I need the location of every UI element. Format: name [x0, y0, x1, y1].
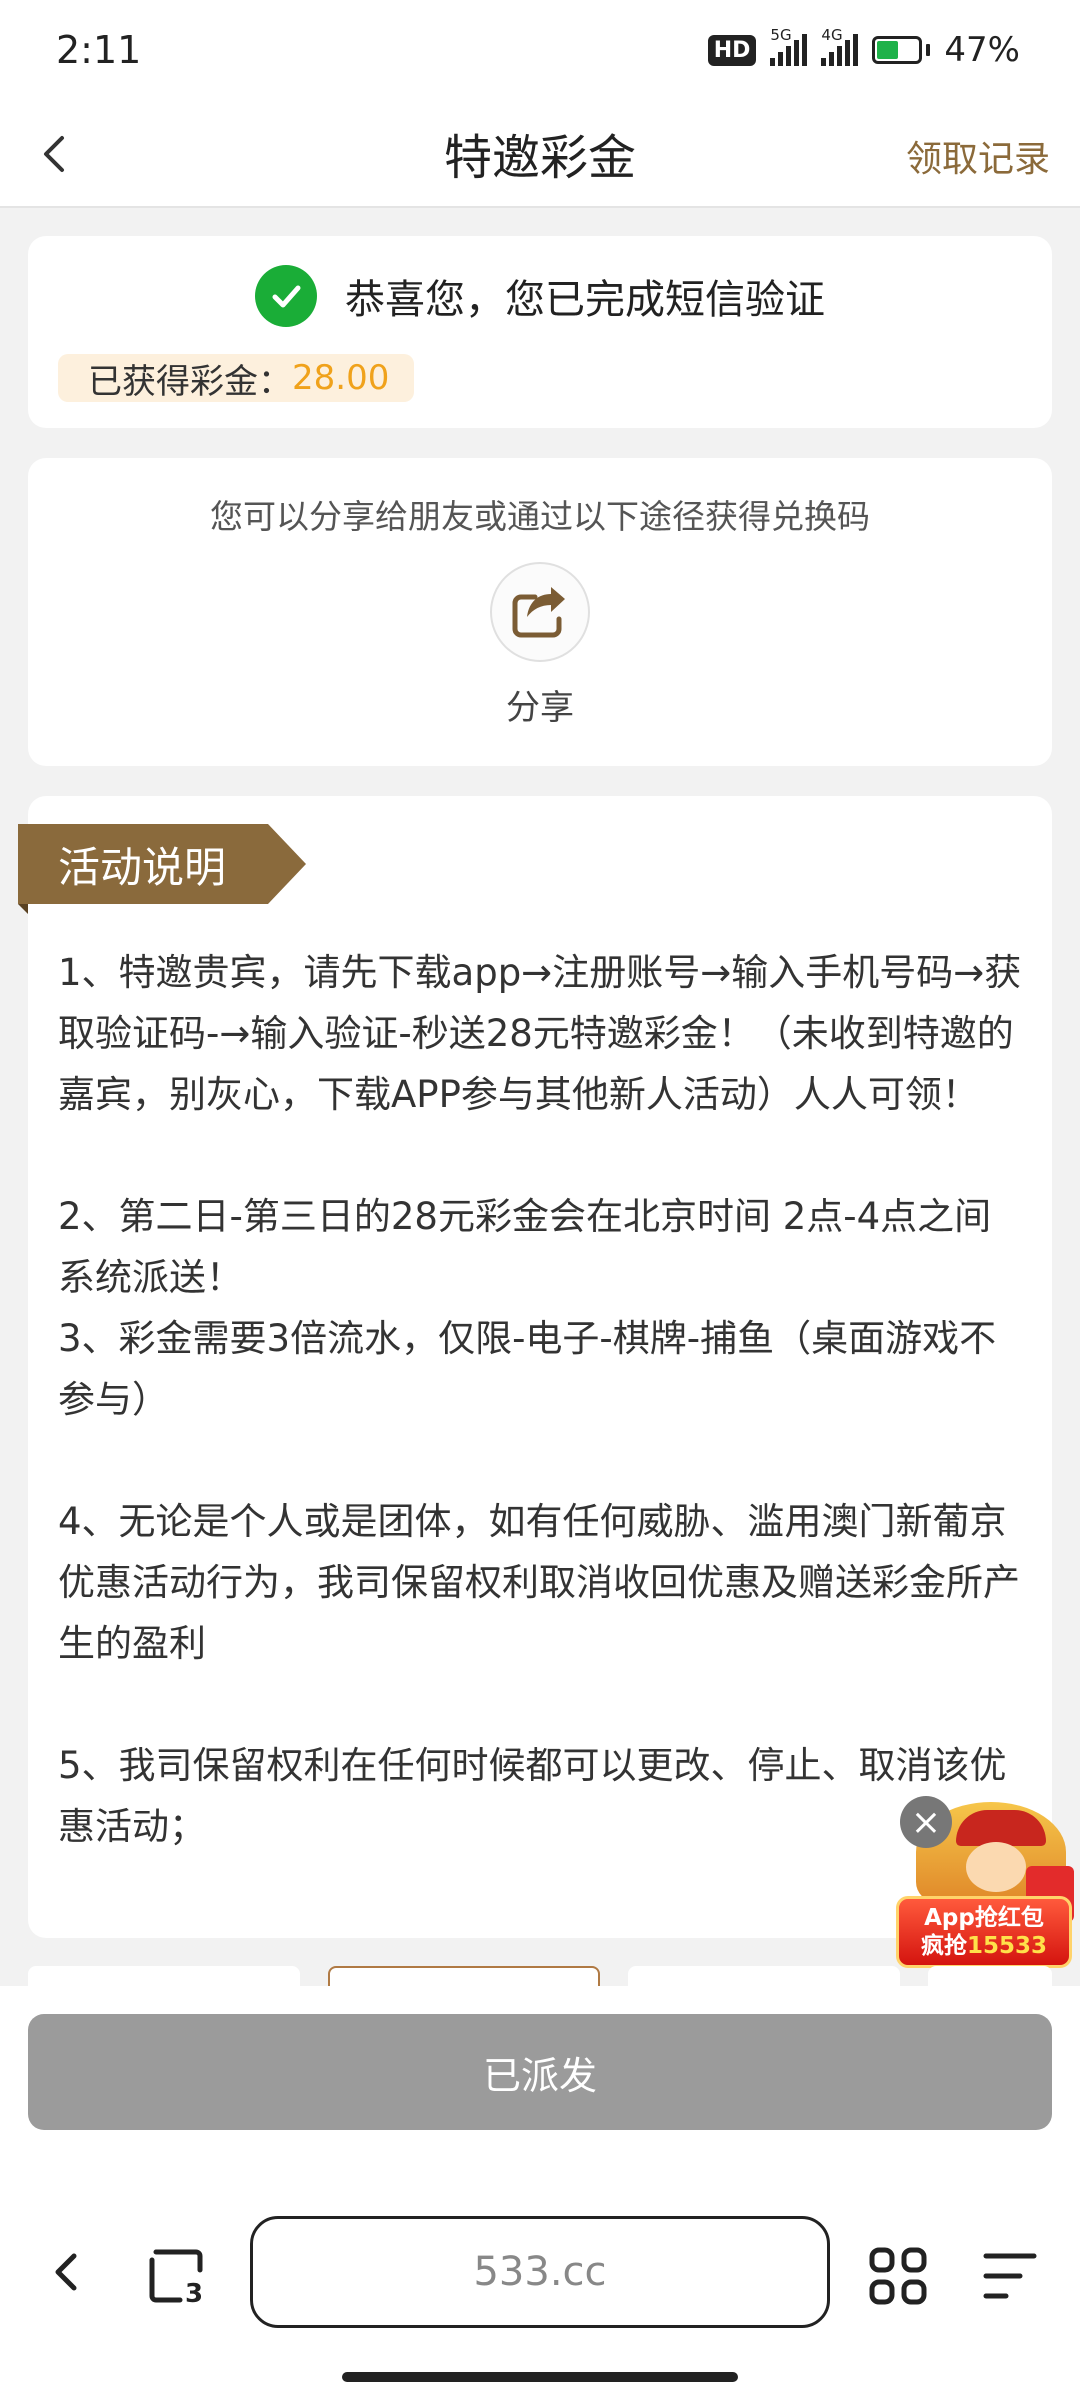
rules-text: 1、特邀贵宾，请先下载app→注册账号→输入手机号码→获取验证码-→输入验证-秒…	[58, 951, 1022, 1848]
share-card: 您可以分享给朋友或通过以下途径获得兑换码 分享	[28, 458, 1052, 766]
browser-toolbar: 3 533.cc	[0, 2162, 1080, 2400]
menu-button[interactable]	[980, 2248, 1040, 2304]
peek-card	[328, 1966, 600, 1986]
success-message: 恭喜您，您已完成短信验证	[345, 277, 825, 323]
share-label: 分享	[506, 688, 574, 728]
earned-bonus-badge: 已获得彩金： 28.00	[58, 354, 414, 402]
battery-icon	[872, 36, 931, 64]
tag-fold	[18, 904, 28, 914]
apps-grid-button[interactable]	[868, 2246, 928, 2306]
status-icons: HD 5G 4G 47%	[707, 26, 1020, 70]
earned-label: 已获得彩金：	[88, 361, 292, 402]
status-time: 2:11	[56, 28, 142, 72]
verification-card: 恭喜您，您已完成短信验证 已获得彩金： 28.00	[28, 236, 1052, 428]
tabs-button[interactable]: 3	[146, 2246, 206, 2309]
tabs-icon: 3	[149, 2249, 203, 2309]
menu-icon	[983, 2253, 1037, 2299]
earned-value: 28.00	[292, 358, 390, 398]
battery-level	[877, 41, 899, 59]
grid-icon	[869, 2247, 927, 2305]
browser-back-button[interactable]	[40, 2244, 96, 2300]
rules-title-tag: 活动说明	[18, 824, 306, 904]
url-bar[interactable]: 533.cc	[250, 2216, 830, 2328]
svg-text:3: 3	[185, 2279, 203, 2304]
success-row: 恭喜您，您已完成短信验证	[28, 264, 1052, 328]
check-circle-icon	[255, 265, 317, 327]
ad-banner[interactable]: App抢红包 疯抢15533	[896, 1896, 1072, 1968]
share-description: 您可以分享给朋友或通过以下途径获得兑换码	[210, 497, 870, 536]
peek-card	[928, 1966, 1052, 1986]
ad-line1: App抢红包	[924, 1905, 1044, 1931]
action-area: 已派发	[0, 1986, 1080, 2162]
claim-record-link[interactable]: 领取记录	[906, 130, 1050, 182]
rules-card: 活动说明 1、特邀贵宾，请先下载app→注册账号→输入手机号码→获取验证码-→输…	[18, 796, 1052, 1938]
peek-card	[28, 1966, 300, 1986]
peek-row	[0, 1966, 1080, 1986]
home-indicator[interactable]	[342, 2372, 738, 2382]
signal-4g-icon: 4G	[821, 26, 859, 66]
ad-line2: 疯抢15533	[920, 1933, 1048, 1959]
share-icon	[512, 587, 565, 638]
hd-icon: HD	[707, 34, 757, 66]
signal-5g-icon: 5G	[770, 26, 808, 66]
battery-percent: 47%	[944, 30, 1020, 70]
peek-card	[628, 1966, 900, 1986]
share-button[interactable]	[490, 562, 590, 662]
page-header: 特邀彩金 领取记录	[0, 100, 1080, 208]
chevron-left-icon	[55, 2253, 77, 2291]
close-icon[interactable]: ×	[900, 1796, 952, 1848]
floating-red-packet-ad[interactable]: × App抢红包 疯抢15533	[896, 1792, 1074, 1968]
status-bar: 2:11 HD 5G 4G 47%	[0, 0, 1080, 100]
dispatched-button[interactable]: 已派发	[28, 2014, 1052, 2130]
